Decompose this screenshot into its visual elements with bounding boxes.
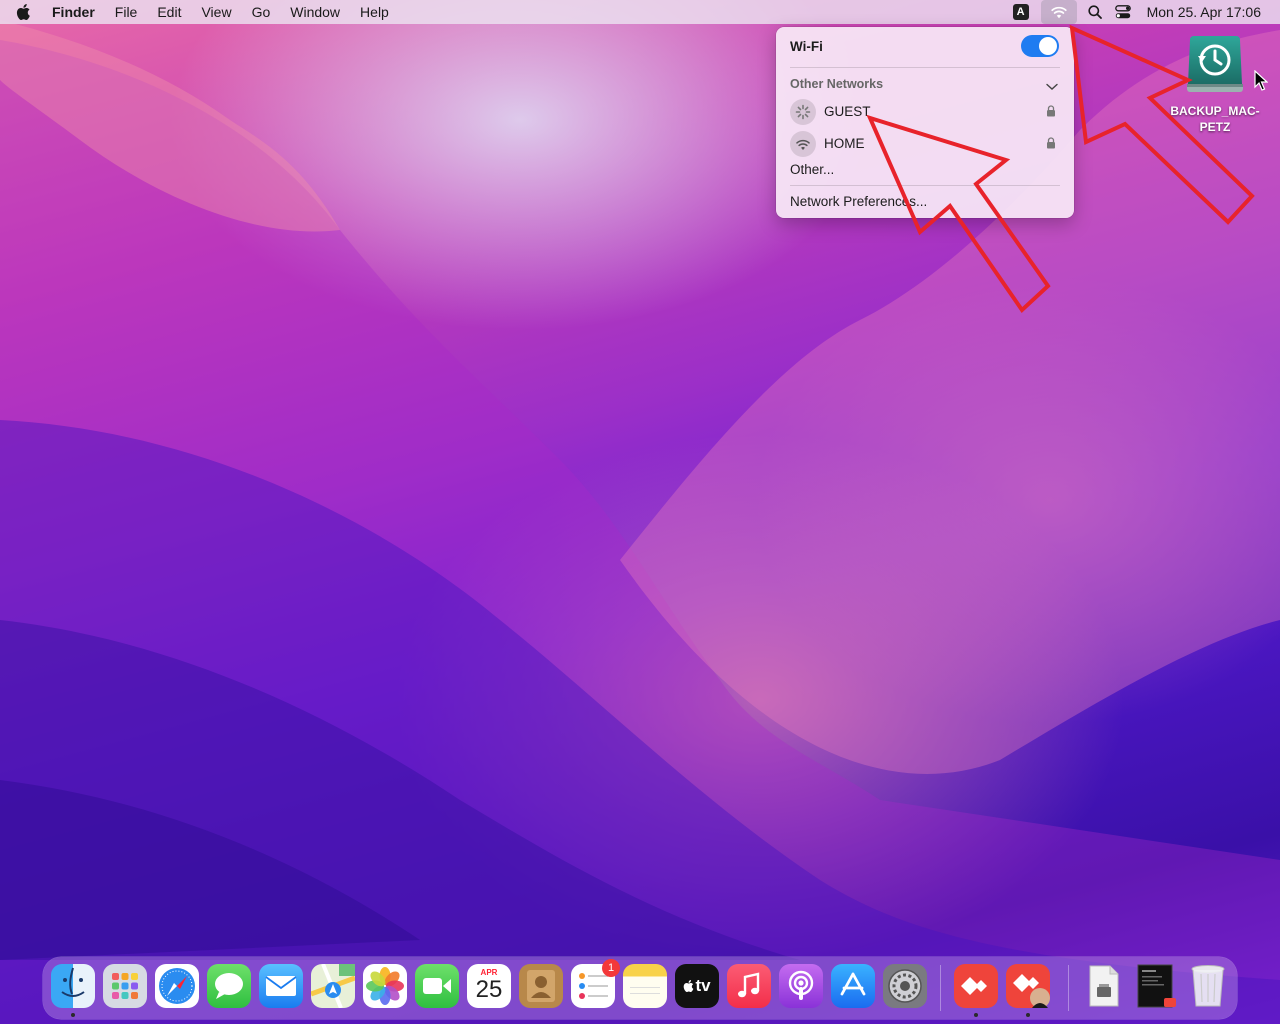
wifi-status-icon[interactable] xyxy=(1040,0,1077,24)
menu-edit[interactable]: Edit xyxy=(147,0,191,24)
dock-notes[interactable] xyxy=(623,964,667,1008)
other-networks-label[interactable]: Other Networks xyxy=(790,77,883,91)
dock-contacts[interactable] xyxy=(519,964,563,1008)
running-indicator xyxy=(974,1013,978,1017)
running-indicator xyxy=(71,1013,75,1017)
safari-icon xyxy=(159,968,195,1004)
music-icon xyxy=(738,972,760,998)
appstore-icon xyxy=(840,972,866,996)
dock-messages[interactable] xyxy=(207,964,251,1008)
menu-divider xyxy=(790,67,1060,68)
menu-window[interactable]: Window xyxy=(280,0,350,24)
lock-icon xyxy=(1046,137,1056,152)
dock: APR 25 1 tv xyxy=(43,957,1237,1019)
control-center-icon[interactable] xyxy=(1109,0,1137,24)
loading-spinner-icon xyxy=(790,99,816,125)
photos-icon xyxy=(366,967,404,1005)
document-icon xyxy=(1089,965,1119,1007)
dock-podcasts[interactable] xyxy=(779,964,823,1008)
finder-icon xyxy=(61,967,85,997)
terminal-icon xyxy=(1137,964,1176,1008)
dock-photos[interactable] xyxy=(363,964,407,1008)
wifi-toggle-knob xyxy=(1039,37,1057,55)
input-source-icon[interactable]: A xyxy=(1007,0,1035,24)
notes-icon xyxy=(630,987,660,994)
anydesk-icon xyxy=(961,977,987,995)
apple-menu-icon[interactable] xyxy=(16,3,36,21)
menu-app-finder[interactable]: Finder xyxy=(42,0,105,24)
contacts-icon xyxy=(527,970,555,1002)
dock-safari[interactable] xyxy=(155,964,199,1008)
maps-icon xyxy=(311,964,355,1008)
mouse-pointer-icon xyxy=(1254,70,1268,91)
dock-appletv[interactable]: tv xyxy=(675,964,719,1008)
wifi-signal-icon xyxy=(790,131,816,157)
anydesk-session-icon xyxy=(1013,974,1050,1008)
podcasts-icon xyxy=(788,970,814,1000)
time-machine-disk-icon xyxy=(1187,36,1243,92)
dock-anydesk-session[interactable] xyxy=(1006,964,1050,1008)
dock-facetime[interactable] xyxy=(415,964,459,1008)
menu-go[interactable]: Go xyxy=(242,0,281,24)
dock-music[interactable] xyxy=(727,964,771,1008)
dock-appstore[interactable] xyxy=(831,964,875,1008)
wifi-dropdown-menu: Wi-Fi Other Networks GUEST HOME Other...… xyxy=(776,27,1074,218)
dock-finder[interactable] xyxy=(51,964,95,1008)
dock-system-preferences[interactable] xyxy=(883,964,927,1008)
network-item-home[interactable]: HOME xyxy=(776,129,1074,157)
dock-terminal-window[interactable] xyxy=(1134,964,1178,1008)
dock-maps[interactable] xyxy=(311,964,355,1008)
launchpad-icon xyxy=(112,973,138,999)
dock-mail[interactable] xyxy=(259,964,303,1008)
trash-icon xyxy=(1191,965,1225,1007)
chevron-down-icon[interactable] xyxy=(1046,79,1058,94)
menu-view[interactable]: View xyxy=(191,0,241,24)
dock-trash[interactable] xyxy=(1186,964,1230,1008)
menu-help[interactable]: Help xyxy=(350,0,399,24)
running-indicator xyxy=(1026,1013,1030,1017)
dock-divider xyxy=(940,965,941,1011)
other-network-item[interactable]: Other... xyxy=(790,162,834,177)
network-item-guest[interactable]: GUEST xyxy=(776,97,1074,125)
dock-document[interactable] xyxy=(1082,964,1126,1008)
system-preferences-icon xyxy=(888,969,922,1003)
facetime-icon xyxy=(423,978,451,994)
lock-icon xyxy=(1046,105,1056,120)
tv-label: tv xyxy=(695,976,711,995)
network-name: GUEST xyxy=(824,104,871,119)
menu-clock[interactable]: Mon 25. Apr 17:06 xyxy=(1137,4,1280,20)
messages-icon xyxy=(215,973,243,999)
mail-icon xyxy=(265,976,297,996)
wifi-toggle-switch[interactable] xyxy=(1021,35,1059,57)
dock-divider xyxy=(1068,965,1069,1011)
notification-badge: 1 xyxy=(602,959,620,977)
desktop-backup-disk[interactable]: BACKUP_MAC- PETZ xyxy=(1168,36,1262,135)
dock-launchpad[interactable] xyxy=(103,964,147,1008)
calendar-day: 25 xyxy=(475,976,503,1003)
menu-bar: Finder File Edit View Go Window Help A M… xyxy=(0,0,1280,24)
desktop-wallpaper xyxy=(0,20,1280,1024)
menu-divider xyxy=(790,185,1060,186)
disk-label: BACKUP_MAC- PETZ xyxy=(1170,104,1260,134)
spotlight-search-icon[interactable] xyxy=(1081,0,1109,24)
network-name: HOME xyxy=(824,136,865,151)
dock-anydesk[interactable] xyxy=(954,964,998,1008)
menu-file[interactable]: File xyxy=(105,0,148,24)
wifi-menu-title: Wi-Fi xyxy=(790,39,823,54)
appletv-icon xyxy=(684,980,694,992)
network-preferences-item[interactable]: Network Preferences... xyxy=(790,194,927,209)
dock-calendar[interactable]: APR 25 xyxy=(467,964,511,1008)
dock-reminders[interactable]: 1 xyxy=(571,959,620,1008)
